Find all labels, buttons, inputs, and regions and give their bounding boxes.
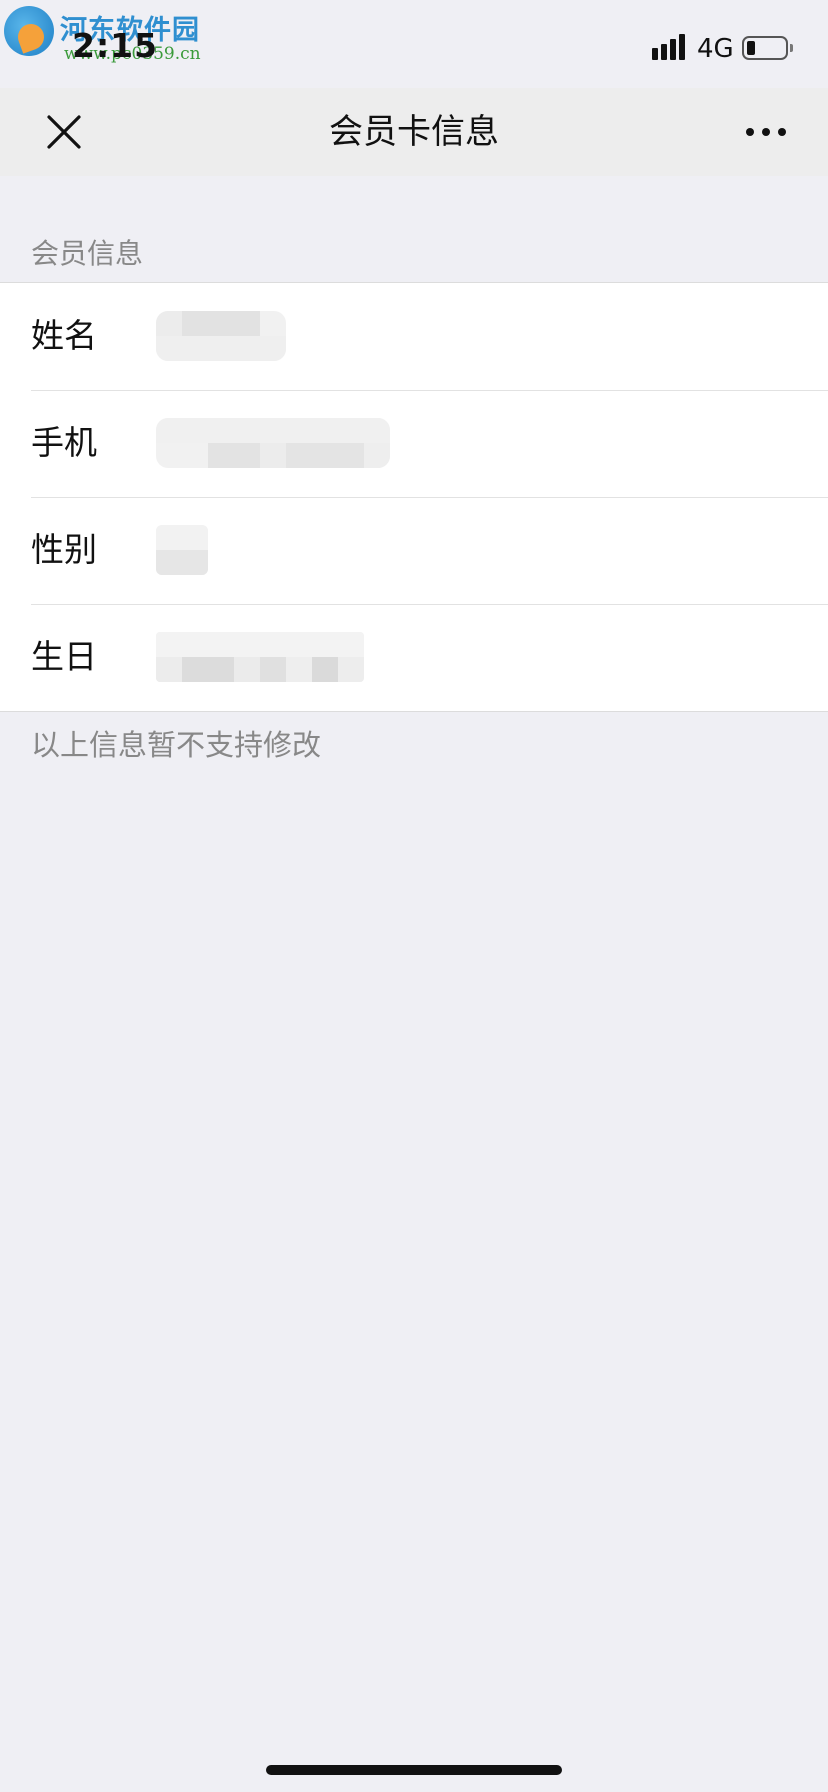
status-time: 2:15 [72, 26, 159, 65]
blurred-value-gender [156, 525, 208, 575]
network-type: 4G [697, 34, 734, 64]
section-header: 会员信息 [31, 237, 144, 270]
footer-note: 以上信息暂不支持修改 [31, 728, 322, 762]
more-button[interactable] [738, 108, 794, 156]
page-title: 会员卡信息 [329, 112, 499, 152]
status-bar: 河东软件园 www.pc0359.cn 2:15 4G [0, 0, 828, 88]
battery-level [747, 41, 755, 55]
info-row-gender: 性别 [0, 497, 828, 604]
navigation-bar: 会员卡信息 [0, 88, 828, 176]
battery-cap [790, 44, 793, 52]
info-row-phone: 手机 [0, 390, 828, 497]
info-label-phone: 手机 [31, 423, 97, 462]
cellular-signal-icon [652, 34, 688, 60]
info-label-name: 姓名 [31, 316, 97, 355]
blurred-value-name [156, 311, 286, 361]
info-label-gender: 性别 [31, 530, 97, 569]
info-row-name: 姓名 [0, 283, 828, 390]
home-indicator[interactable] [266, 1765, 562, 1775]
blurred-value-birthday [156, 632, 364, 682]
screen: 河东软件园 www.pc0359.cn 2:15 4G 会员卡信息 会员信息 姓… [0, 0, 828, 1792]
watermark-icon [4, 6, 54, 56]
more-dots-icon [746, 128, 754, 136]
info-label-birthday: 生日 [31, 637, 97, 676]
battery-icon [742, 36, 788, 60]
member-info-list: 姓名 手机 性别 生日 [0, 282, 828, 712]
blurred-value-phone [156, 418, 390, 468]
info-row-birthday: 生日 [0, 604, 828, 711]
